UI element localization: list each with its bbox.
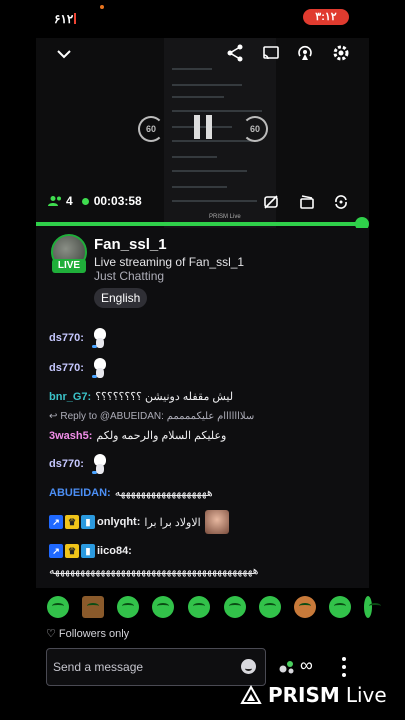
badge-icon: ↗ [49, 544, 63, 558]
emoji-icon[interactable] [241, 659, 256, 674]
chat-username[interactable]: ds770: [49, 332, 84, 344]
pause-button[interactable] [194, 115, 212, 139]
stream-category[interactable]: Just Chatting [94, 269, 164, 283]
chat-text: وعليكم السلام والرحمه ولكم [96, 430, 227, 442]
elapsed-time: 00:03:58 [93, 194, 142, 208]
chat-message: ABUEIDAN: ههههههههههههههههههه [49, 486, 213, 500]
viewers-icon [48, 196, 61, 206]
crown-icon: ♛ [65, 515, 79, 529]
gamepad-icon: ▮ [81, 544, 95, 558]
cat-emote [90, 452, 110, 476]
chevron-down-icon[interactable] [56, 46, 72, 62]
viewer-stats: 4 00:03:58 [48, 194, 142, 208]
stream-title: Live streaming of Fan_ssl_1 [94, 255, 245, 269]
prism-logo-icon [240, 685, 262, 704]
clip-icon[interactable] [299, 194, 315, 210]
chat-username[interactable]: ds770: [49, 458, 84, 470]
chat-username[interactable]: ABUEIDAN: [49, 487, 111, 499]
chat-message: ↗ ♛ ▮ iico84: [49, 544, 136, 558]
chat-message: ds770: [49, 356, 110, 380]
chat-message-continuation: هههههههههههههههههههههههههههههههههههههههه… [49, 565, 259, 577]
chat-username[interactable]: onlyqht: [97, 516, 140, 528]
status-left: ۶۱۲ [54, 12, 77, 26]
reply-context[interactable]: ↩ Reply to @ABUEIDAN: سلااااااام عليكممم… [49, 411, 254, 422]
emote-icon[interactable] [82, 596, 104, 618]
forward-60-button[interactable]: 60 [242, 116, 268, 142]
emote-icon[interactable] [329, 596, 351, 618]
chat-username[interactable]: iico84: [97, 545, 132, 557]
video-player[interactable]: 60 60 4 00:03:58 PRISM Live [36, 38, 369, 228]
language-tag[interactable]: English [94, 288, 148, 308]
emote-icon[interactable] [188, 596, 210, 618]
bits-icon[interactable] [278, 657, 296, 675]
stream-info: LIVE Fan_ssl_1 Live streaming of Fan_ssl… [36, 228, 369, 324]
rotate-icon[interactable] [333, 194, 349, 210]
cast-icon[interactable] [262, 44, 280, 62]
chat-text: ههههههههههههههههههه [114, 487, 213, 499]
status-bar: ۶۱۲ ۳:۱۲ [0, 0, 405, 36]
chat-username[interactable]: 3wash5: [49, 430, 92, 442]
live-dot [81, 197, 89, 205]
progress-bar[interactable] [36, 222, 366, 226]
chat-list[interactable]: ds770: ds770: bnr_G7: ليش مقفله دونيشن ؟… [36, 324, 369, 588]
chat-username[interactable]: bnr_G7: [49, 391, 91, 403]
cat-emote [90, 356, 110, 380]
emote-icon[interactable] [152, 596, 174, 618]
badge-icon: ↗ [49, 515, 63, 529]
emote-bar[interactable] [36, 591, 381, 623]
chat-message: bnr_G7: ليش مقفله دونيشن ؟؟؟؟؟؟؟؟ [49, 390, 234, 404]
emote-icon[interactable] [364, 596, 381, 618]
viewer-count: 4 [66, 194, 73, 208]
more-options-icon[interactable] [340, 656, 348, 678]
no-ads-icon[interactable] [263, 194, 279, 210]
chat-message: ds770: [49, 326, 110, 350]
emote-icon[interactable] [47, 596, 69, 618]
live-badge: LIVE [52, 259, 86, 273]
chat-text: الاولاد برا برا [144, 516, 201, 529]
gamepad-icon: ▮ [81, 515, 95, 529]
infinity-icon[interactable]: ∞ [300, 655, 313, 676]
prism-live-watermark: PRISM Live [240, 683, 387, 707]
chat-message: ↗ ♛ ▮ onlyqht: الاولاد برا برا [49, 510, 229, 534]
chat-message: 3wash5: وعليكم السلام والرحمه ولكم [49, 429, 227, 443]
channel-name[interactable]: Fan_ssl_1 [94, 236, 167, 253]
share-icon[interactable] [226, 44, 244, 62]
chat-input[interactable] [53, 657, 233, 677]
heart-icon: ♡ [46, 628, 56, 640]
chat-message: ds770: [49, 452, 110, 476]
audio-only-icon[interactable] [296, 44, 314, 62]
emote-icon[interactable] [294, 596, 316, 618]
emote-icon[interactable] [224, 596, 246, 618]
crown-icon: ♛ [65, 544, 79, 558]
status-clock: ۳:۱۲ [303, 9, 349, 25]
chat-username[interactable]: ds770: [49, 362, 84, 374]
stream-watermark: PRISM Live [209, 214, 241, 220]
cat-emote [90, 326, 110, 350]
chat-text: ليش مقفله دونيشن ؟؟؟؟؟؟؟؟ [95, 391, 234, 403]
gear-icon[interactable] [332, 44, 350, 62]
emote-icon[interactable] [259, 596, 281, 618]
reply-icon: ↩ [49, 411, 58, 422]
followers-only-notice: ♡ Followers only [46, 627, 130, 641]
face-emote [204, 510, 229, 534]
emote-icon[interactable] [117, 596, 139, 618]
rewind-60-button[interactable]: 60 [138, 116, 164, 142]
chat-input-box[interactable] [46, 648, 266, 686]
notification-dot [100, 5, 104, 9]
